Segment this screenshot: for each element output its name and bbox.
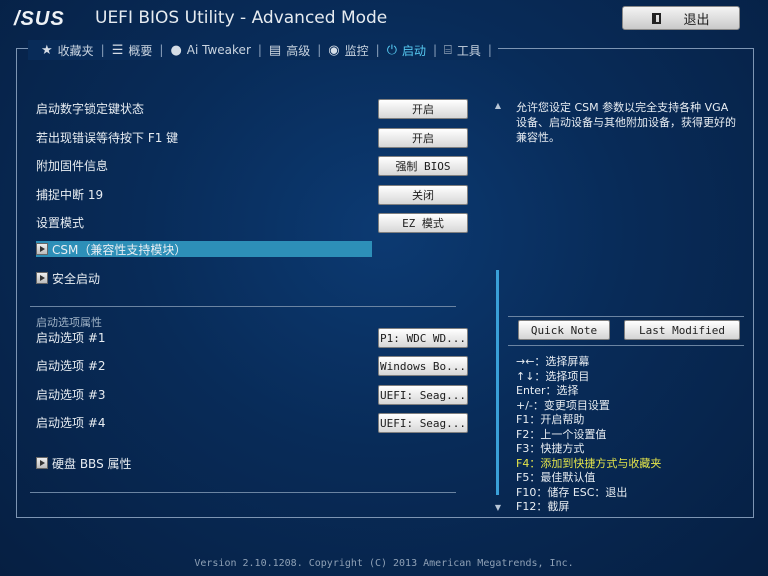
help-text-line: 允许您设定 CSM 参数以完全支持各种 VGA [516,101,729,114]
boot-option-3-value[interactable]: UEFI: Seag... [378,385,468,405]
header: /SUS UEFI BIOS Utility - Advanced Mode 退… [0,0,768,36]
exit-icon [652,12,662,24]
tab-label: Ai Tweaker [186,43,251,57]
star-icon: ★ [41,42,53,58]
scrollbar[interactable]: ▲ ▼ [492,100,504,512]
tab-label: 启动 [401,43,426,58]
tab-label: 监控 [344,43,369,58]
key-help-list: →←：选择屏幕 ↑↓：选择项目 Enter：选择 +/-：变更项目设置 F1：开… [516,355,661,515]
submenu-hdd-bbs[interactable]: 硬盘 BBS 属性 [36,455,132,471]
tab-label: 工具 [456,43,481,58]
window-title: UEFI BIOS Utility - Advanced Mode [95,8,388,28]
chevron-right-icon [36,272,48,284]
tab-tool[interactable]: ⌸ 工具 [437,42,488,59]
key-hint: Enter：选择 [516,384,579,397]
setting-int19-value[interactable]: 关闭 [378,185,468,205]
key-hint-highlighted: F4：添加到快捷方式与收藏夹 [516,456,662,470]
boot-option-4-label: 启动选项 #4 [36,415,106,430]
tab-monitor[interactable]: ◉ 监控 [321,42,375,59]
boot-option-1-value[interactable]: P1: WDC WD... [378,328,468,348]
tab-label: 概要 [128,43,153,58]
frame-left-line [16,48,17,518]
submenu-label: 安全启动 [52,271,101,286]
setting-f1-wait-label: 若出现错误等待按下 F1 键 [36,130,179,145]
submenu-label: 硬盘 BBS 属性 [52,456,132,471]
exit-button[interactable]: 退出 [622,6,740,30]
quick-note-button[interactable]: Quick Note [518,320,610,340]
asus-logo: /SUS [14,8,65,30]
key-hint: →←：选择屏幕 [516,355,590,368]
divider [508,316,744,317]
tab-main[interactable]: ☰ 概要 [105,42,160,59]
help-text-line: 设备、启动设备与其他附加设备，获得更好的兼容性。 [516,116,736,144]
scroll-thumb[interactable] [496,270,499,495]
setting-option-rom-value[interactable]: 强制 BIOS [378,156,468,176]
tab-boot[interactable]: ⏻ 启动 [380,42,433,59]
chevron-right-icon [36,243,48,255]
key-hint: F5：最佳默认值 [516,471,596,484]
exit-label: 退出 [683,12,710,28]
boot-option-3-label: 启动选项 #3 [36,387,106,402]
list-icon: ☰ [111,42,124,58]
setting-setup-mode-value[interactable]: EZ 模式 [378,213,468,233]
tab-advanced[interactable]: ▤ 高级 [262,42,317,59]
tab-label: 高级 [286,43,311,58]
setting-f1-wait-value[interactable]: 开启 [378,128,468,148]
boot-option-2-label: 启动选项 #2 [36,358,106,373]
setting-option-rom-label: 附加固件信息 [36,158,109,173]
setting-numlock-value[interactable]: 开启 [378,99,468,119]
frame-right-line [753,48,754,518]
tab-ai-tweaker[interactable]: ● Ai Tweaker [163,43,257,58]
tab-favorites[interactable]: ★ 收藏夹 [34,42,101,59]
power-icon: ⏻ [386,42,397,58]
divider [30,492,456,493]
tweaker-icon: ● [170,42,182,58]
setting-numlock-label: 启动数字锁定键状态 [36,101,145,116]
boot-option-1-label: 启动选项 #1 [36,330,106,345]
chevron-right-icon [36,457,48,469]
boot-option-2-value[interactable]: Windows Bo... [378,356,468,376]
submenu-secure-boot[interactable]: 安全启动 [36,270,100,286]
advanced-icon: ▤ [268,42,282,58]
setting-setup-mode-label: 设置模式 [36,215,85,230]
scroll-down-icon[interactable]: ▼ [492,502,504,512]
key-hint: F10：储存 ESC：退出 [516,485,628,499]
tab-bar: ★ 收藏夹 | ☰ 概要 | ● Ai Tweaker | ▤ 高级 | ◉ 监… [28,40,498,60]
tab-label: 收藏夹 [57,43,94,58]
frame-bottom-line [16,517,754,518]
help-description: 允许您设定 CSM 参数以完全支持各种 VGA 设备、启动设备与其他附加设备，获… [516,100,742,145]
key-hint: F12：截屏 [516,500,570,513]
key-hint: +/-：变更项目设置 [516,398,610,412]
divider [30,306,456,307]
submenu-csm[interactable]: CSM（兼容性支持模块） [36,241,186,257]
submenu-label: CSM（兼容性支持模块） [52,242,187,257]
divider [508,345,744,346]
scroll-up-icon[interactable]: ▲ [492,100,504,110]
tool-icon: ⌸ [444,42,452,58]
last-modified-button[interactable]: Last Modified [624,320,740,340]
boot-option-4-value[interactable]: UEFI: Seag... [378,413,468,433]
key-hint: F2：上一个设置值 [516,427,607,441]
setting-int19-label: 捕捉中断 19 [36,187,104,202]
tab-separator: | [487,43,492,57]
monitor-icon: ◉ [328,42,340,58]
key-hint: F1：开启帮助 [516,413,585,426]
key-hint: F3：快捷方式 [516,442,585,455]
footer-version: Version 2.10.1208. Copyright (C) 2013 Am… [194,558,574,569]
key-hint: ↑↓：选择项目 [516,369,590,383]
